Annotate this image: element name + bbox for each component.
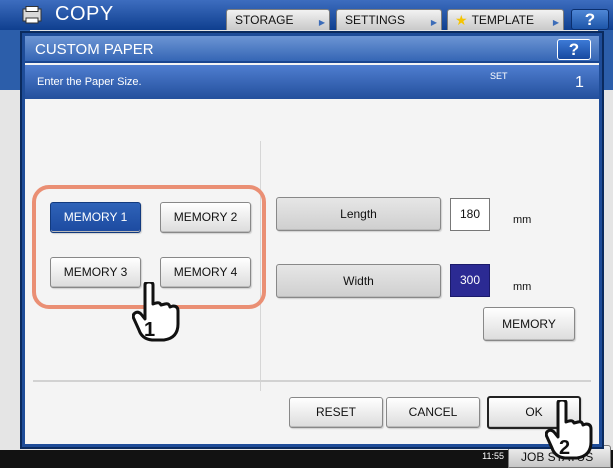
dialog-help-button[interactable]: ? xyxy=(557,39,591,60)
tab-storage[interactable]: STORAGE ▶ xyxy=(226,9,330,30)
memory-1-button[interactable]: MEMORY 1 xyxy=(50,202,141,233)
cancel-button[interactable]: CANCEL xyxy=(386,397,480,428)
set-label: SET xyxy=(490,71,508,81)
width-field[interactable]: 300 xyxy=(450,264,490,297)
app-title: COPY xyxy=(55,3,114,25)
chevron-right-icon: ▶ xyxy=(552,18,559,27)
dialog-header: CUSTOM PAPER ? xyxy=(25,36,599,63)
dialog-message: Enter the Paper Size. xyxy=(37,76,142,88)
tab-settings-label: SETTINGS xyxy=(345,13,406,27)
chevron-right-icon: ▶ xyxy=(430,18,437,27)
width-button[interactable]: Width xyxy=(276,264,441,298)
tab-storage-label: STORAGE xyxy=(235,13,294,27)
set-number: 1 xyxy=(575,74,584,91)
star-icon: ★ xyxy=(455,11,468,28)
length-unit: mm xyxy=(513,214,532,226)
tab-template[interactable]: ★ TEMPLATE ▶ xyxy=(447,9,564,30)
reset-button[interactable]: RESET xyxy=(289,397,383,428)
memory-button[interactable]: MEMORY xyxy=(483,307,575,341)
copy-app-icon xyxy=(22,6,42,24)
horizontal-divider xyxy=(33,380,591,382)
tab-settings[interactable]: SETTINGS ▶ xyxy=(336,9,442,30)
hand-pointer-icon: 2 xyxy=(545,400,593,460)
memory-3-button[interactable]: MEMORY 3 xyxy=(50,257,141,288)
step-2-label: 2 xyxy=(559,437,570,459)
length-field[interactable]: 180 xyxy=(450,198,490,231)
memory-2-button[interactable]: MEMORY 2 xyxy=(160,202,251,233)
step-1-label: 1 xyxy=(144,319,155,341)
tab-template-label: TEMPLATE xyxy=(471,13,535,27)
length-button[interactable]: Length xyxy=(276,197,441,231)
status-clock: 11:55 xyxy=(482,451,504,461)
dialog-body: MEMORY 1 MEMORY 2 MEMORY 3 MEMORY 4 Leng… xyxy=(25,99,599,444)
hand-pointer-icon: 1 xyxy=(132,282,180,342)
width-unit: mm xyxy=(513,281,532,293)
dialog-title: CUSTOM PAPER xyxy=(35,41,154,58)
chevron-right-icon: ▶ xyxy=(318,18,325,27)
custom-paper-dialog: CUSTOM PAPER ? Enter the Paper Size. SET… xyxy=(22,33,602,447)
help-button[interactable]: ? xyxy=(571,9,609,30)
dialog-message-bar: Enter the Paper Size. SET 1 xyxy=(25,65,599,99)
